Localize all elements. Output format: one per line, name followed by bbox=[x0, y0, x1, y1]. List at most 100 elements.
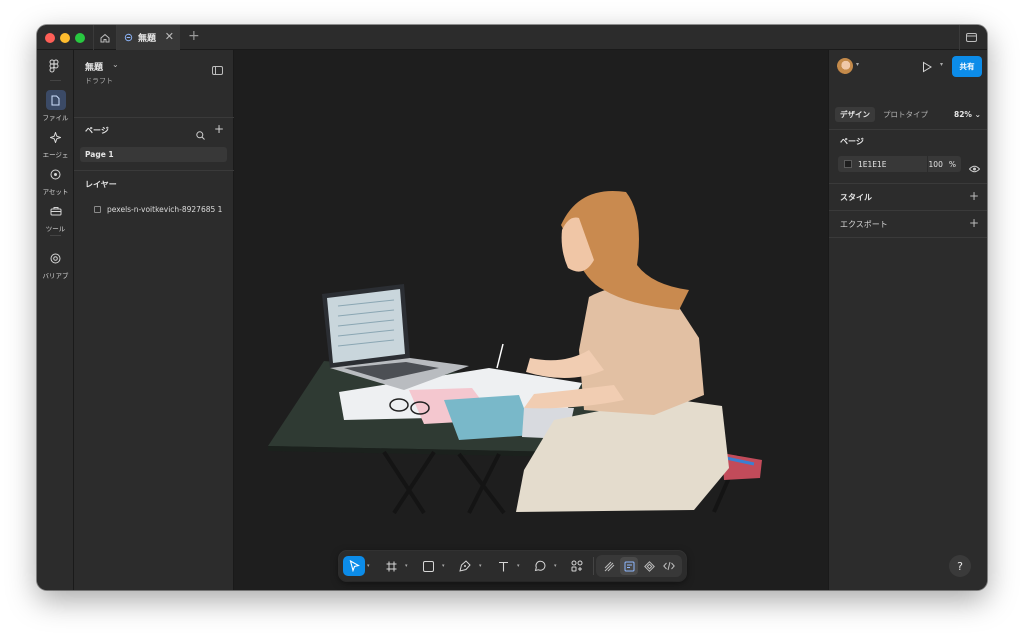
sidebar-toggle-button[interactable] bbox=[959, 25, 983, 50]
chevron-down-icon[interactable]: ▾ bbox=[554, 563, 557, 569]
file-location[interactable]: ドラフト bbox=[85, 76, 113, 86]
play-icon bbox=[923, 61, 932, 73]
rail-divider bbox=[50, 80, 61, 81]
file-tab[interactable]: 無題 ✕ bbox=[117, 25, 180, 50]
actions-icon bbox=[571, 560, 583, 572]
share-button[interactable]: 共有 bbox=[952, 56, 982, 77]
shape-tool-button[interactable] bbox=[420, 556, 436, 576]
asset-icon bbox=[46, 164, 66, 184]
tab-close-icon[interactable]: ✕ bbox=[165, 30, 174, 43]
fill-opacity-value: 100 bbox=[928, 159, 943, 169]
text-tool-button[interactable] bbox=[495, 556, 511, 576]
close-window-button[interactable] bbox=[45, 33, 55, 43]
rail-item-agent[interactable]: エージェ bbox=[37, 127, 74, 159]
section-divider bbox=[829, 237, 987, 238]
toolbar-divider bbox=[593, 557, 594, 575]
add-style-button[interactable]: + bbox=[969, 189, 979, 203]
page-fill-row[interactable]: 1E1E1E 100 % bbox=[838, 156, 961, 172]
agent-icon bbox=[46, 127, 66, 147]
properties-panel: ▾ ▾ 共有 デザイン プロトタイプ 82% ⌄ ページ 1E1E1E 100 … bbox=[828, 50, 987, 590]
sidebar-icon bbox=[212, 66, 223, 75]
rectangle-icon bbox=[422, 560, 434, 572]
color-swatch[interactable] bbox=[844, 160, 852, 168]
toolbox-icon bbox=[46, 201, 66, 221]
home-icon bbox=[100, 33, 110, 42]
tab-title: 無題 bbox=[138, 34, 157, 44]
design-mode-button[interactable] bbox=[620, 557, 638, 575]
help-button[interactable]: ? bbox=[949, 555, 971, 577]
panel-collapse-button[interactable] bbox=[212, 60, 223, 79]
present-button[interactable] bbox=[921, 58, 933, 77]
layer-item[interactable]: pexels-n-voitkevich-8927685 1 bbox=[94, 205, 222, 214]
zoom-select[interactable]: 82% ⌄ bbox=[954, 110, 981, 119]
code-mode-button[interactable] bbox=[660, 557, 678, 575]
pen-tool-button[interactable] bbox=[457, 556, 473, 576]
avatar[interactable] bbox=[837, 58, 853, 74]
rail-item-label: ツール bbox=[45, 225, 66, 233]
dev-icon bbox=[643, 560, 655, 572]
rail-item-variables[interactable]: バリアブ bbox=[37, 248, 74, 280]
sidebar-icon bbox=[966, 33, 977, 42]
styles-heading: スタイル bbox=[840, 193, 872, 202]
chevron-down-icon[interactable]: ⌄ bbox=[112, 60, 119, 69]
bottom-toolbar: ▾ ▾ ▾ ▾ ▾ ▾ bbox=[339, 551, 686, 581]
chevron-down-icon[interactable]: ▾ bbox=[517, 563, 520, 569]
actions-button[interactable] bbox=[569, 556, 585, 576]
design-icon bbox=[624, 561, 634, 571]
zoom-value: 82% bbox=[954, 110, 972, 119]
dev-mode-button[interactable] bbox=[640, 557, 658, 575]
tab-prototype[interactable]: プロトタイプ bbox=[878, 107, 933, 122]
layers-panel: 無題 ⌄ ドラフト ページ + Page 1 レイヤー pexels-n-voi… bbox=[74, 50, 234, 590]
figma-logo-icon[interactable] bbox=[48, 58, 60, 77]
section-divider bbox=[74, 170, 234, 171]
chevron-down-icon[interactable]: ▾ bbox=[442, 563, 445, 569]
eye-icon[interactable] bbox=[968, 158, 981, 177]
comment-icon bbox=[534, 560, 546, 572]
rail-item-file[interactable]: ファイル bbox=[37, 90, 74, 122]
page-item[interactable]: Page 1 bbox=[80, 147, 227, 162]
add-export-button[interactable]: + bbox=[969, 216, 979, 230]
file-icon bbox=[45, 90, 66, 110]
chevron-down-icon[interactable]: ▾ bbox=[367, 563, 370, 569]
move-icon bbox=[349, 560, 360, 572]
chevron-down-icon[interactable]: ▾ bbox=[479, 563, 482, 569]
layers-heading: レイヤー bbox=[85, 180, 117, 189]
section-divider bbox=[829, 210, 987, 211]
new-tab-button[interactable]: + bbox=[188, 28, 200, 44]
fill-opacity-input[interactable]: 100 % bbox=[927, 156, 961, 172]
section-divider bbox=[74, 117, 234, 118]
title-bar: 無題 ✕ + bbox=[37, 25, 987, 50]
rail-item-assets[interactable]: アセット bbox=[37, 164, 74, 196]
pen-icon bbox=[459, 560, 471, 572]
tab-design[interactable]: デザイン bbox=[835, 107, 875, 122]
rail-item-tools[interactable]: ツール bbox=[37, 201, 74, 233]
search-icon[interactable] bbox=[196, 125, 205, 144]
image-layer-icon bbox=[94, 206, 101, 213]
fill-opacity-unit: % bbox=[948, 159, 956, 169]
rail-item-label: バリアブ bbox=[42, 272, 69, 280]
zoom-window-button[interactable] bbox=[75, 33, 85, 43]
code-icon bbox=[663, 561, 675, 571]
minimize-window-button[interactable] bbox=[60, 33, 70, 43]
page-section-heading: ページ bbox=[840, 137, 864, 146]
draw-mode-button[interactable] bbox=[600, 557, 618, 575]
add-page-button[interactable]: + bbox=[214, 122, 224, 136]
variables-icon bbox=[46, 248, 66, 268]
move-tool-button[interactable] bbox=[343, 556, 365, 576]
rail-divider bbox=[50, 235, 61, 236]
export-heading: エクスポート bbox=[840, 220, 888, 229]
chevron-down-icon[interactable]: ▾ bbox=[856, 61, 859, 68]
layer-name: pexels-n-voitkevich-8927685 1 bbox=[107, 205, 223, 214]
fill-hex-input[interactable]: 1E1E1E bbox=[858, 160, 887, 169]
frame-icon bbox=[386, 561, 396, 571]
rail-item-label: ファイル bbox=[42, 114, 69, 122]
canvas-image[interactable] bbox=[234, 50, 828, 590]
chevron-down-icon[interactable]: ▾ bbox=[405, 563, 408, 569]
home-button[interactable] bbox=[93, 25, 117, 50]
canvas[interactable] bbox=[234, 50, 828, 590]
comment-tool-button[interactable] bbox=[532, 556, 548, 576]
mode-switcher bbox=[596, 555, 682, 577]
frame-tool-button[interactable] bbox=[383, 556, 399, 576]
chevron-down-icon[interactable]: ▾ bbox=[940, 61, 943, 68]
file-name[interactable]: 無題 bbox=[85, 60, 103, 73]
